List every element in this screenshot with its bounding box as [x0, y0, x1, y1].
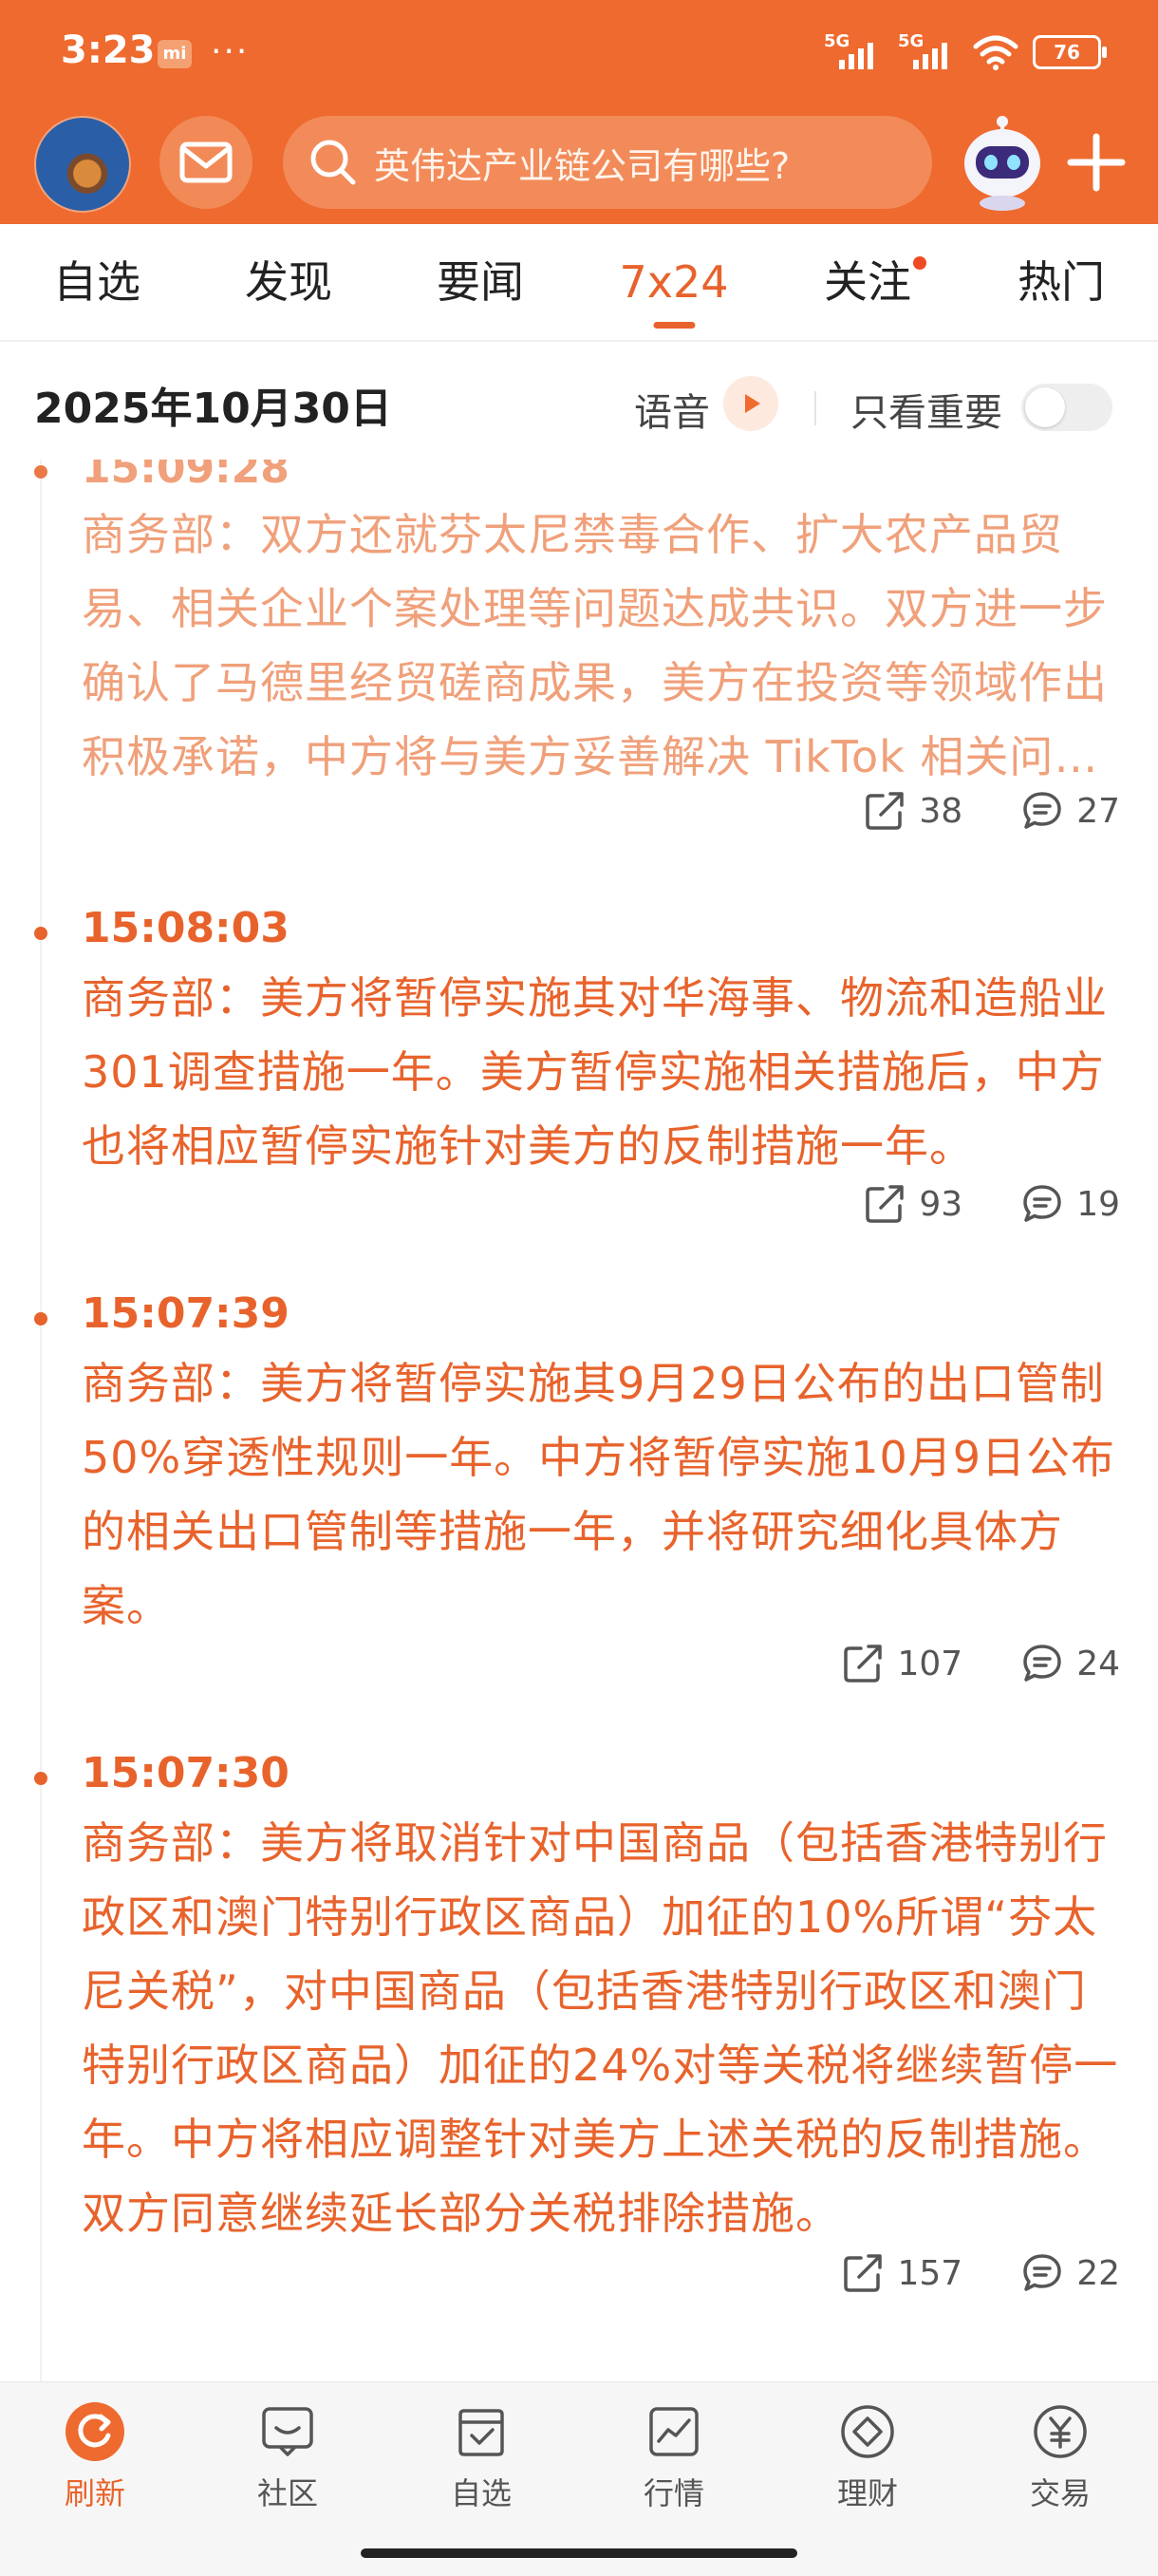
mail-button[interactable]	[159, 116, 252, 209]
share-count: 157	[897, 2253, 963, 2293]
status-bar: 3:23 mi ··· 5G 5G 76	[0, 0, 1158, 104]
timeline-line	[40, 460, 42, 2381]
community-icon	[257, 2401, 318, 2462]
comment-count: 19	[1076, 1184, 1120, 1224]
nav-trade[interactable]: 交易	[994, 2401, 1127, 2513]
news-stats: 107 24	[783, 1643, 1120, 1684]
comment-icon	[1023, 792, 1061, 829]
news-time: 15:08:03	[82, 904, 290, 952]
battery-icon: 76	[1033, 35, 1107, 69]
divider	[814, 391, 816, 425]
timeline-dot	[34, 1312, 47, 1326]
refresh-icon	[65, 2401, 125, 2462]
wealth-icon	[837, 2401, 898, 2462]
category-tabs: 自选 发现 要闻 7x24 关注 热门	[0, 224, 1158, 342]
nav-watchlist[interactable]: 自选	[415, 2401, 548, 2513]
comment-count: 27	[1076, 791, 1120, 831]
trade-icon	[1030, 2401, 1091, 2462]
news-text: 商务部：美方将暂停实施其9月29日公布的出口管制50%穿透性规则一年。中方将暂停…	[82, 1358, 1116, 1631]
unread-dot	[913, 256, 926, 270]
tab-discover[interactable]: 发现	[245, 224, 332, 340]
share-icon	[866, 1185, 905, 1223]
comment-button[interactable]: 24	[1021, 1643, 1120, 1684]
search-icon	[306, 135, 361, 190]
tab-following[interactable]: 关注	[824, 224, 926, 340]
news-stats: 38 27	[805, 790, 1120, 832]
timeline-dot	[34, 927, 47, 940]
timeline-dot	[34, 1772, 47, 1785]
add-button[interactable]	[1063, 129, 1130, 196]
share-button[interactable]: 38	[864, 790, 962, 832]
market-icon	[644, 2401, 704, 2462]
signal-icon-1: 5G	[824, 31, 885, 73]
comment-icon	[1023, 1185, 1061, 1222]
watchlist-icon	[451, 2401, 512, 2462]
tab-headlines[interactable]: 要闻	[437, 224, 524, 340]
news-feed[interactable]: 15:09:28 商务部：双方还就芬太尼禁毒合作、扩大农产品贸易、相关企业个案处…	[0, 460, 1158, 2381]
voice-label[interactable]: 语音	[634, 382, 710, 437]
share-icon	[844, 2254, 883, 2292]
voice-play-button[interactable]	[723, 376, 778, 431]
news-text: 商务部：美方将暂停实施其对华海事、物流和造船业301调查措施一年。美方暂停实施相…	[82, 972, 1108, 1172]
tab-watchlist[interactable]: 自选	[53, 224, 140, 340]
date-heading: 2025年10月30日	[34, 385, 392, 433]
nav-wealth[interactable]: 理财	[801, 2401, 934, 2513]
status-time: 3:23	[61, 28, 156, 72]
news-text: 商务部：双方还就芬太尼禁毒合作、扩大农产品贸易、相关企业个案处理等问题达成共识。…	[82, 509, 1108, 782]
share-count: 93	[919, 1184, 963, 1224]
news-stats: 157 22	[783, 2252, 1120, 2294]
date-bar: 2025年10月30日 语音 只看重要	[0, 342, 1158, 460]
bottom-navigation: 刷新 社区 自选 行情 理财 交易	[0, 2381, 1158, 2576]
share-count: 38	[919, 791, 963, 831]
comment-button[interactable]: 22	[1021, 2252, 1120, 2294]
important-only-label: 只看重要	[850, 391, 1002, 435]
avatar[interactable]	[34, 116, 131, 213]
share-button[interactable]: 107	[842, 1643, 962, 1684]
nav-refresh[interactable]: 刷新	[28, 2401, 161, 2513]
share-count: 107	[897, 1644, 963, 1683]
share-button[interactable]: 157	[842, 2252, 962, 2294]
news-time: 15:09:28	[82, 460, 290, 493]
app-header: 3:23 mi ··· 5G 5G 76 英伟达产业链公司有哪些?	[0, 0, 1158, 224]
nav-market[interactable]: 行情	[607, 2401, 740, 2513]
news-time: 15:07:39	[82, 1289, 290, 1338]
comment-icon	[1023, 2254, 1061, 2291]
tab-hot[interactable]: 热门	[1018, 224, 1105, 340]
mail-icon	[179, 141, 233, 183]
timeline-dot	[34, 465, 47, 479]
comment-count: 22	[1076, 2253, 1120, 2293]
news-stats: 93 19	[805, 1183, 1120, 1225]
mi-notification-icon: mi	[158, 40, 192, 68]
status-icons: 5G 5G 76	[824, 28, 1107, 76]
search-placeholder: 英伟达产业链公司有哪些?	[374, 144, 791, 187]
more-notifications-icon: ···	[211, 32, 250, 71]
share-icon	[866, 792, 905, 830]
plus-icon	[1067, 133, 1126, 192]
comment-button[interactable]: 19	[1021, 1183, 1120, 1225]
share-icon	[844, 1645, 883, 1683]
share-button[interactable]: 93	[864, 1183, 962, 1225]
signal-icon-2: 5G	[898, 31, 959, 73]
comment-icon	[1023, 1645, 1061, 1682]
news-text: 商务部：美方将取消针对中国商品（包括香港特别行政区和澳门特别行政区商品）加征的1…	[82, 1817, 1119, 2239]
play-icon	[745, 394, 760, 413]
search-bar[interactable]: 英伟达产业链公司有哪些?	[283, 116, 932, 209]
news-time: 15:07:30	[82, 1749, 290, 1797]
robot-assistant-icon[interactable]	[955, 110, 1050, 213]
home-indicator[interactable]	[361, 2548, 797, 2558]
nav-community[interactable]: 社区	[221, 2401, 354, 2513]
tab-7x24[interactable]: 7x24	[619, 224, 729, 340]
wifi-icon	[973, 35, 1018, 70]
comment-count: 24	[1076, 1644, 1120, 1683]
important-only-toggle[interactable]	[1021, 384, 1112, 431]
comment-button[interactable]: 27	[1021, 790, 1120, 832]
